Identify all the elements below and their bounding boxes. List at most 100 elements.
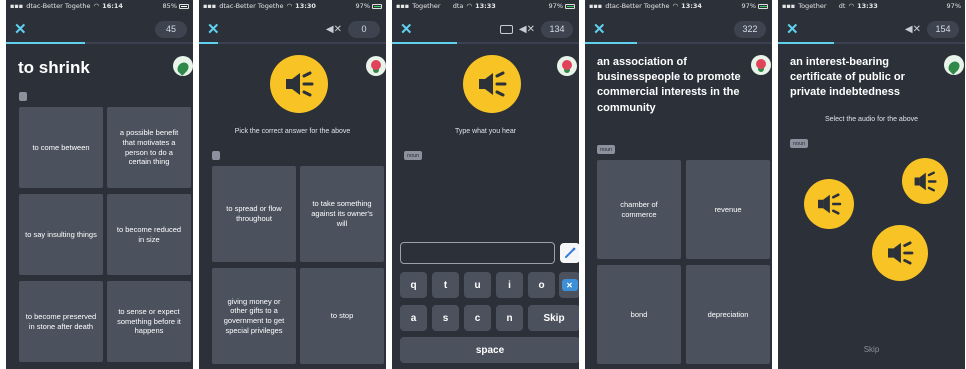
score-badge: 134 [541, 20, 573, 38]
status-time: 13:30 [295, 2, 316, 10]
key-i[interactable]: i [496, 272, 523, 298]
answer-option-1[interactable]: chamber of commerce [597, 160, 681, 259]
progress-bar [392, 42, 579, 44]
panel-3: ▪▪▪ Together dta ◠ 13:33 97% ✕ ◀✕ 134 Type w… [392, 0, 579, 369]
signal-icon: ▪▪▪ [396, 2, 410, 10]
key-u[interactable]: u [464, 272, 491, 298]
carrier-name: dtac-Better Togethe [605, 2, 670, 10]
definition-text: an interest-bearing certificate of publi… [790, 56, 905, 99]
audio-option-3-speaker-icon[interactable] [872, 225, 928, 281]
battery-icon [372, 3, 382, 9]
answer-option-6[interactable]: to sense or expect something before it h… [107, 281, 191, 362]
signal-icon: ▪▪▪ [10, 2, 24, 10]
key-q[interactable]: q [400, 272, 427, 298]
answer-option-1[interactable]: to come between [19, 107, 103, 188]
status-time: 13:33 [857, 2, 878, 10]
instruction-text: Select the audio for the above [824, 116, 918, 123]
progress-bar [585, 42, 772, 44]
score-badge: 0 [348, 20, 380, 38]
status-bar: ▪▪▪ Together dta ◠ 13:33 97% [392, 0, 579, 12]
magic-wand-icon[interactable] [560, 243, 579, 263]
keyboard-icon[interactable] [499, 24, 513, 34]
audio-option-2-speaker-icon[interactable] [804, 179, 854, 229]
progress-bar [778, 42, 965, 44]
plant-avatar-icon[interactable] [173, 56, 193, 76]
skip-button[interactable]: Skip [778, 345, 965, 354]
flower-avatar-icon[interactable] [557, 56, 577, 76]
key-o[interactable]: o [528, 272, 555, 298]
carrier-suffix: dta [452, 2, 464, 10]
panel-4: ▪▪▪ dtac-Better Togethe ◠ 13:34 97% ✕ 322 a… [585, 0, 772, 369]
wifi-icon: ◠ [466, 2, 473, 10]
word-type-tag: noun [597, 145, 616, 154]
instruction-text: Pick the correct answer for the above [234, 128, 351, 135]
speaker-icon[interactable] [270, 55, 328, 113]
answer-option-3[interactable]: bond [597, 265, 681, 364]
space-key[interactable]: space [400, 337, 579, 363]
signal-icon: ▪▪▪ [203, 2, 217, 10]
answer-option-4[interactable]: to stop [300, 268, 384, 364]
battery-icon [179, 3, 189, 9]
close-icon[interactable]: ✕ [14, 22, 27, 37]
audio-option-1-speaker-icon[interactable] [902, 158, 948, 204]
battery-percent: 97% [355, 2, 370, 10]
word-type-tag: noun [404, 151, 423, 160]
key-t[interactable]: t [432, 272, 459, 298]
close-icon[interactable]: ✕ [207, 22, 220, 37]
close-icon[interactable]: ✕ [786, 22, 799, 37]
close-icon[interactable]: ✕ [400, 22, 413, 37]
status-bar: ▪▪▪ dtac-Better Togethe ◠ 13:34 97% [585, 0, 772, 12]
answer-option-2[interactable]: revenue [686, 160, 770, 259]
answer-option-2[interactable]: to take something against its owner's wi… [300, 166, 384, 262]
key-c[interactable]: c [464, 305, 491, 331]
word-type-tag: noun [790, 139, 809, 148]
score-badge: 45 [155, 20, 187, 38]
carrier-name: Together [798, 2, 827, 10]
answer-option-3[interactable]: giving money or other gifts to a governm… [212, 268, 296, 364]
answer-option-3[interactable]: to say insulting things [19, 194, 103, 275]
word-type-tag [19, 92, 27, 101]
key-s[interactable]: s [432, 305, 459, 331]
status-time: 13:34 [681, 2, 702, 10]
wifi-icon: ◠ [286, 2, 293, 10]
carrier-name: Together [412, 2, 441, 10]
answer-input[interactable] [400, 242, 555, 264]
question-word: to shrink [18, 58, 90, 77]
wifi-icon: ◠ [848, 2, 855, 10]
score-badge: 154 [927, 20, 959, 38]
score-badge: 322 [734, 20, 766, 38]
status-time: 13:33 [475, 2, 496, 10]
battery-icon [758, 3, 768, 9]
instruction-text: Type what you hear [454, 128, 517, 135]
mute-icon[interactable]: ◀✕ [519, 24, 535, 35]
status-bar: ▪▪▪ Together dt ◠ 13:33 97% [778, 0, 965, 12]
close-icon[interactable]: ✕ [593, 22, 606, 37]
progress-bar [199, 42, 386, 44]
plant-avatar-icon[interactable] [944, 55, 964, 75]
answer-option-4[interactable]: to become reduced in size [107, 194, 191, 275]
panel-2: ▪▪▪ dtac-Better Togethe ◠ 13:30 97% ✕ ◀✕ 0 P… [199, 0, 386, 369]
answer-option-1[interactable]: to spread or flow throughout [212, 166, 296, 262]
flower-avatar-icon[interactable] [366, 56, 386, 76]
signal-icon: ▪▪▪ [589, 2, 603, 10]
battery-percent: 97% [946, 2, 961, 10]
wifi-icon: ◠ [672, 2, 679, 10]
definition-text: an association of businesspeople to prom… [597, 56, 741, 114]
skip-button[interactable]: Skip [528, 305, 579, 331]
flower-avatar-icon[interactable] [751, 55, 771, 75]
backspace-key[interactable]: ✕ [559, 272, 579, 298]
key-n[interactable]: n [496, 305, 523, 331]
status-time: 16:14 [102, 2, 123, 10]
word-type-tag [212, 151, 220, 160]
battery-icon [565, 3, 575, 9]
speaker-icon[interactable] [463, 55, 521, 113]
answer-option-5[interactable]: to become preserved in stone after death [19, 281, 103, 362]
answer-option-4[interactable]: depreciation [686, 265, 770, 364]
answer-option-2[interactable]: a possible benefit that motivates a pers… [107, 107, 191, 188]
battery-percent: 97% [741, 2, 756, 10]
signal-icon: ▪▪▪ [782, 2, 796, 10]
mute-icon[interactable]: ◀✕ [326, 24, 342, 35]
key-a[interactable]: a [400, 305, 427, 331]
mute-icon[interactable]: ◀✕ [905, 24, 921, 35]
panel-1: ▪▪▪ dtac-Better Togethe ◠ 16:14 85% ✕ 45 to… [6, 0, 193, 369]
